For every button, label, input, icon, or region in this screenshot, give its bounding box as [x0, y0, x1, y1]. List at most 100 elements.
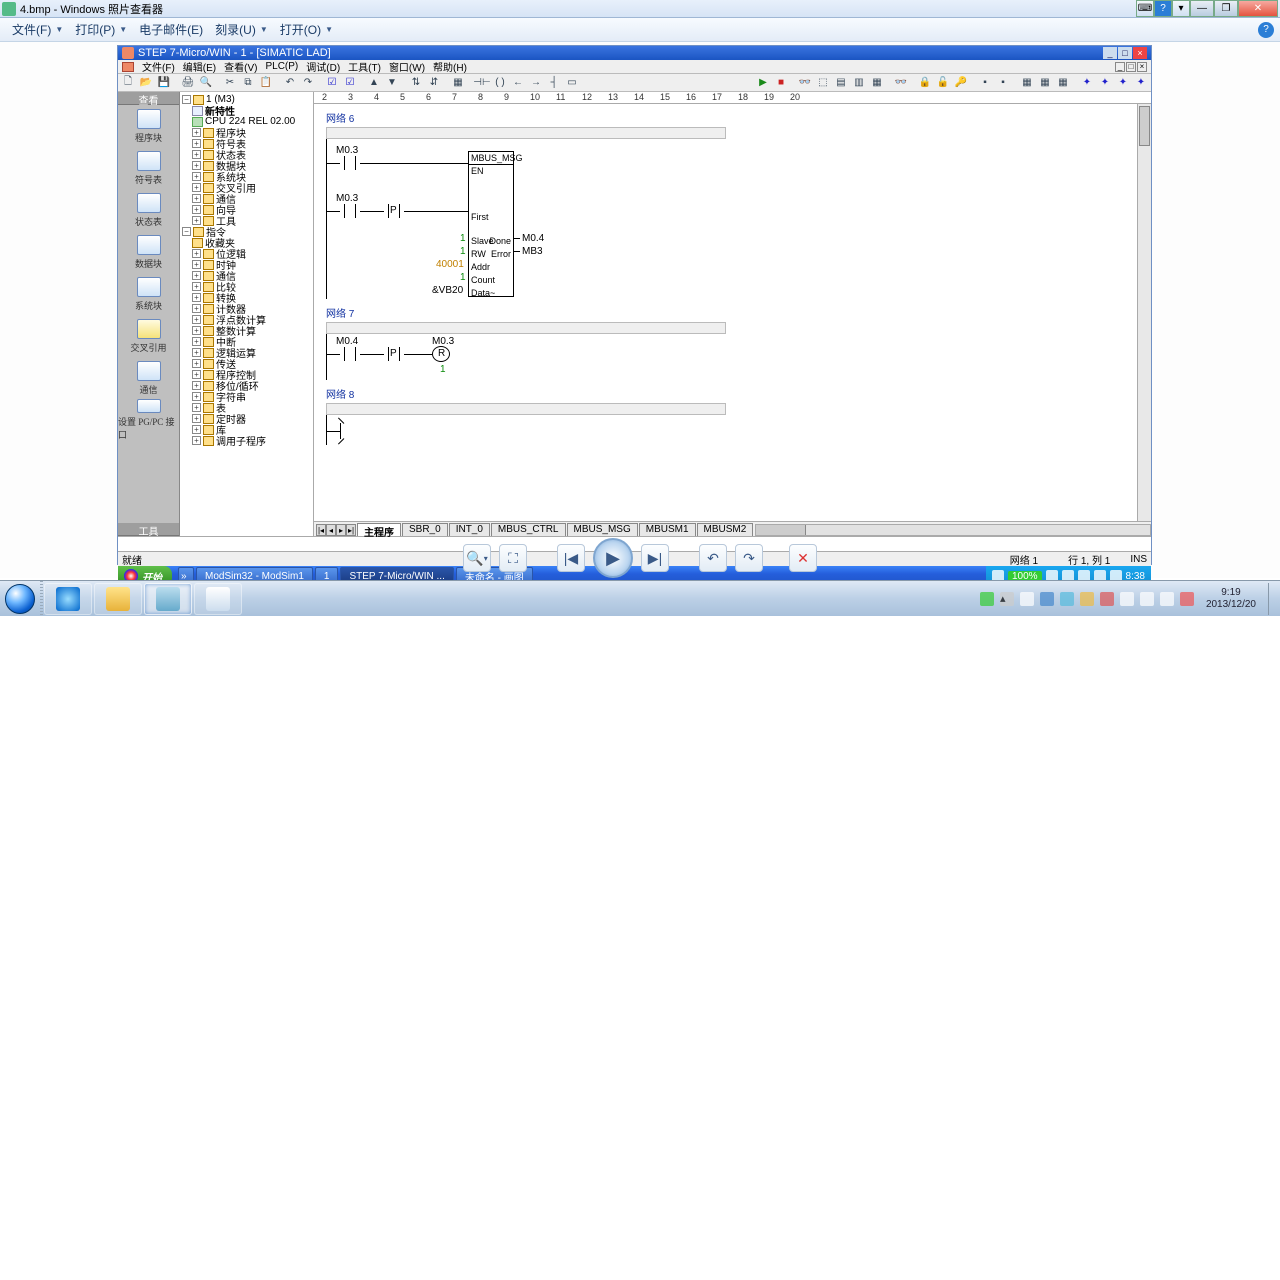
tray-flag-icon[interactable]	[1020, 592, 1034, 606]
tray-app-icon[interactable]	[1100, 592, 1114, 606]
start-button[interactable]	[0, 581, 40, 617]
ladder-hscroll[interactable]	[755, 524, 1151, 536]
tray-arrow-icon[interactable]: ▴	[1000, 592, 1014, 606]
tb-block-icon[interactable]: ▦	[450, 75, 466, 91]
tb-sort-icon[interactable]: ⇅	[408, 75, 424, 91]
tab-int0[interactable]: INT_0	[449, 523, 490, 536]
tb-grid2-icon[interactable]: ▦	[1037, 75, 1053, 91]
wpv-minimize-button[interactable]: —	[1190, 0, 1214, 17]
tb-redo-icon[interactable]: ↷	[300, 75, 316, 91]
tb-glasses-icon[interactable]: 👓	[893, 75, 909, 91]
tray-sync-icon[interactable]	[1060, 592, 1074, 606]
taskbar-paint[interactable]	[194, 583, 242, 615]
wpv-lang-button[interactable]: ⌨	[1136, 0, 1154, 17]
tb-key-icon[interactable]: 🔑	[953, 75, 969, 91]
tb-right-icon[interactable]: →	[528, 75, 544, 91]
tb-cut-icon[interactable]: ✂	[222, 75, 238, 91]
wpv-menu-print[interactable]: 打印(P)▼	[69, 19, 133, 40]
st7-minimize-button[interactable]: _	[1103, 47, 1117, 59]
st7-menu-window[interactable]: 窗口(W)	[389, 59, 425, 74]
tab-nav-prev[interactable]: ◂	[326, 524, 336, 536]
st7-menu-file[interactable]: 文件(F)	[142, 59, 175, 74]
wpv-rotate-ccw-button[interactable]: ↶	[699, 544, 727, 572]
wpv-close-button[interactable]: ✕	[1238, 0, 1278, 17]
st7-mdi-sysbuttons[interactable]: _□×	[1115, 62, 1147, 72]
tray-network-icon[interactable]	[1040, 592, 1054, 606]
tb-monitor-icon[interactable]: 👓	[797, 75, 813, 91]
tray-app-icon[interactable]	[1120, 592, 1134, 606]
tab-nav-first[interactable]: |◂	[316, 524, 326, 536]
tb-undo-icon[interactable]: ↶	[282, 75, 298, 91]
tb-status-icon[interactable]: ⬚	[815, 75, 831, 91]
tb-contact-icon[interactable]: ⊣⊢	[474, 75, 490, 91]
reset-coil[interactable]	[432, 346, 450, 362]
tb-save-icon[interactable]: 💾	[156, 75, 172, 91]
tb-coil-icon[interactable]: ( )	[492, 75, 508, 91]
network-8-comment[interactable]	[326, 403, 726, 415]
win7-clock[interactable]: 9:192013/12/20	[1200, 587, 1262, 611]
st7-menu-tools[interactable]: 工具(T)	[348, 59, 381, 74]
st7-menu-help[interactable]: 帮助(H)	[433, 59, 467, 74]
st7-maximize-button[interactable]: □	[1118, 47, 1132, 59]
tb-compile-icon[interactable]: ☑	[324, 75, 340, 91]
tb-upload-icon[interactable]: ▲	[366, 75, 382, 91]
wpv-help-button[interactable]: ?	[1154, 0, 1172, 17]
tb-chart2-icon[interactable]: ▥	[851, 75, 867, 91]
tb-wiz4-icon[interactable]: ✦	[1133, 75, 1149, 91]
taskbar-explorer[interactable]	[94, 583, 142, 615]
wpv-delete-button[interactable]: ✕	[789, 544, 817, 572]
nav-pgpc[interactable]: 设置 PG/PC 接口	[118, 399, 179, 441]
tb-chart3-icon[interactable]: ▦	[869, 75, 885, 91]
wpv-next-button[interactable]: ▶|	[641, 544, 669, 572]
tb-left-icon[interactable]: ←	[510, 75, 526, 91]
wpv-fit-button[interactable]: ⛶	[499, 544, 527, 572]
tab-main[interactable]: 主程序	[357, 523, 401, 536]
network-6-comment[interactable]	[326, 127, 726, 139]
mbus-msg-block[interactable]: MBUS_MSG EN First Slave Done RW Error Ad…	[468, 151, 514, 297]
st7-menu-view[interactable]: 查看(V)	[224, 59, 257, 74]
wpv-menu-file[interactable]: 文件(F)▼	[6, 19, 69, 40]
show-desktop-button[interactable]	[1268, 583, 1276, 615]
tb-unlock-icon[interactable]: 🔓	[935, 75, 951, 91]
tb-wiz3-icon[interactable]: ✦	[1115, 75, 1131, 91]
tb-compileall-icon[interactable]: ☑	[342, 75, 358, 91]
tb-new-icon[interactable]: 🗋	[120, 75, 136, 91]
tb-download-icon[interactable]: ▼	[384, 75, 400, 91]
tb-preview-icon[interactable]: 🔍	[198, 75, 214, 91]
nav-system-block[interactable]: 系统块	[118, 273, 179, 315]
wpv-menu-burn[interactable]: 刻录(U)▼	[209, 19, 274, 40]
tb-wiz2-icon[interactable]: ✦	[1097, 75, 1113, 91]
taskbar-ie[interactable]	[44, 583, 92, 615]
wpv-menu-email[interactable]: 电子邮件(E)	[133, 19, 209, 40]
tb-paste-icon[interactable]: 📋	[258, 75, 274, 91]
tb-open-icon[interactable]: 📂	[138, 75, 154, 91]
wpv-dropdown-button[interactable]: ▾	[1172, 0, 1190, 17]
tab-mbusm2[interactable]: MBUSM2	[697, 523, 754, 536]
tb-sort2-icon[interactable]: ⇵	[426, 75, 442, 91]
st7-menu-edit[interactable]: 编辑(E)	[183, 59, 216, 74]
tb-branch-icon[interactable]: ┤	[546, 75, 562, 91]
nav-data-block[interactable]: 数据块	[118, 231, 179, 273]
tb-sym2-icon[interactable]: ▪	[995, 75, 1011, 91]
tb-copy-icon[interactable]: ⧉	[240, 75, 256, 91]
wpv-zoom-button[interactable]: 🔍▾	[463, 544, 491, 572]
taskbar-photoviewer[interactable]	[144, 583, 192, 615]
nav-program-block[interactable]: 程序块	[118, 105, 179, 147]
tb-sym1-icon[interactable]: ▪	[977, 75, 993, 91]
nav-status-table[interactable]: 状态表	[118, 189, 179, 231]
wpv-prev-button[interactable]: |◀	[557, 544, 585, 572]
tab-mbus-msg[interactable]: MBUS_MSG	[567, 523, 638, 536]
st7-menu-plc[interactable]: PLC(P)	[265, 61, 298, 72]
tb-grid3-icon[interactable]: ▦	[1055, 75, 1071, 91]
wpv-menu-open[interactable]: 打开(O)▼	[274, 19, 339, 40]
tb-stop-icon[interactable]: ■	[773, 75, 789, 91]
tb-lock-icon[interactable]: 🔒	[917, 75, 933, 91]
tray-shield-icon[interactable]	[1080, 592, 1094, 606]
tb-run-icon[interactable]: ▶	[755, 75, 771, 91]
tab-nav-next[interactable]: ▸	[336, 524, 346, 536]
st7-tree[interactable]: −1 (M3) 新特性 CPU 224 REL 02.00 +程序块 +符号表 …	[180, 92, 314, 536]
tb-grid1-icon[interactable]: ▦	[1019, 75, 1035, 91]
tray-app-icon[interactable]	[1140, 592, 1154, 606]
tab-nav-last[interactable]: ▸|	[346, 524, 356, 536]
tb-print-icon[interactable]: 🖨	[180, 75, 196, 91]
